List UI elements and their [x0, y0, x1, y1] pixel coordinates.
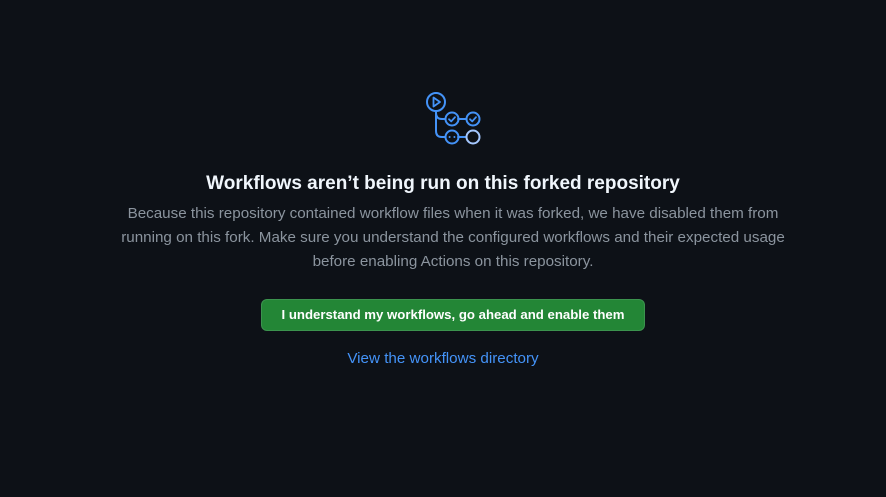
- empty-state-title: Workflows aren’t being run on this forke…: [206, 173, 680, 194]
- enable-workflows-button[interactable]: I understand my workflows, go ahead and …: [261, 299, 645, 331]
- workflow-graph-icon: [423, 89, 483, 147]
- view-workflows-directory-link[interactable]: View the workflows directory: [0, 348, 886, 370]
- actions-disabled-empty-state: Workflows aren’t being run on this forke…: [0, 0, 886, 497]
- empty-state-description: Because this repository contained workfl…: [121, 205, 785, 270]
